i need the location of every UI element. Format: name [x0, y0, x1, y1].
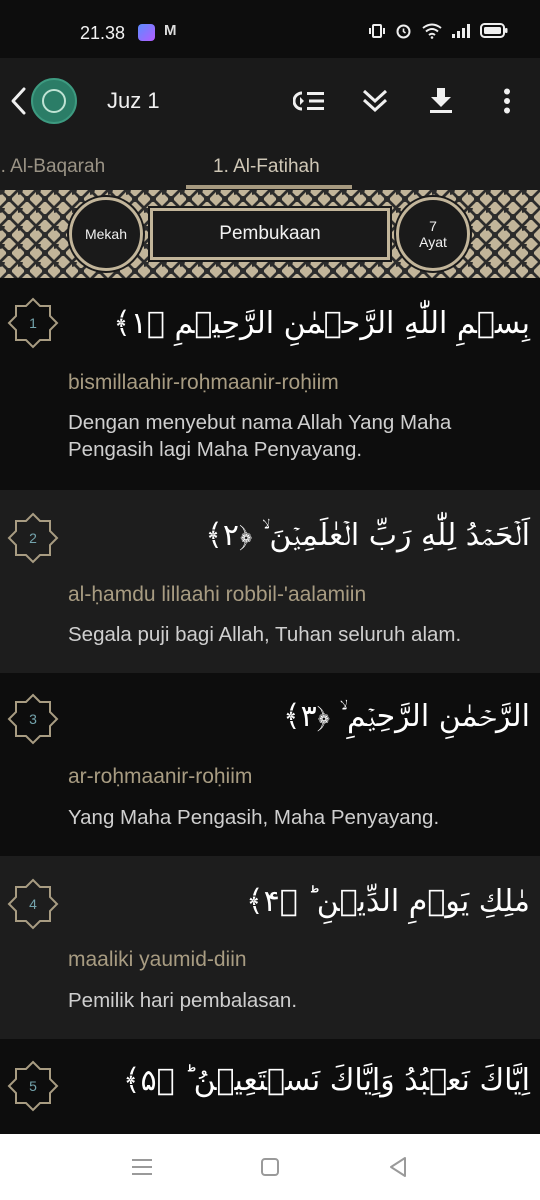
- app-bar: Juz 1: [0, 58, 540, 144]
- ayah-row[interactable]: 1 بِسۡمِ اللّٰهِ الرَّحۡمٰنِ الرَّحِيۡمِ…: [0, 278, 540, 490]
- ayah-number-badge: 2: [7, 512, 59, 564]
- system-navigation-bar: [0, 1134, 540, 1200]
- ayah-arabic-text: الرَّحۡمٰنِ الرَّحِيۡمِ ۙ ﴿۳﴾: [282, 699, 530, 734]
- ayah-number: 5: [29, 1078, 37, 1094]
- surah-tabs: 2. Al-Baqarah 1. Al-Fatihah: [0, 144, 540, 190]
- tab-indicator: [186, 185, 352, 189]
- signal-icon: [452, 23, 470, 38]
- ayat-count-badge: 7 Ayat: [396, 197, 470, 271]
- surah-name-plate: Pembukaan: [150, 208, 390, 260]
- playlist-icon: [293, 91, 324, 111]
- triangle-back-icon: [390, 1157, 406, 1177]
- ayah-number: 4: [29, 896, 37, 912]
- ayah-number-badge: 1: [7, 297, 59, 349]
- back-button[interactable]: [385, 1154, 411, 1180]
- recents-button[interactable]: [129, 1154, 155, 1180]
- scroll-down-button[interactable]: [358, 84, 392, 118]
- surah-header-banner: Mekah Pembukaan 7 Ayat: [0, 190, 540, 278]
- quran-logo-icon[interactable]: [31, 78, 77, 124]
- mail-notification-icon: M: [164, 22, 177, 39]
- ayah-arabic-text: اَلۡحَمۡدُ لِلّٰهِ رَبِّ الۡعٰلَمِيۡنَ ۙ…: [205, 518, 530, 553]
- surah-name: Pembukaan: [219, 223, 321, 244]
- tab-al-fatihah[interactable]: 1. Al-Fatihah: [213, 156, 320, 178]
- double-chevron-down-icon: [362, 89, 388, 113]
- ayah-row[interactable]: 4 مٰلِكِ يَوۡمِ الدِّيۡنِ ؕ ﴿۴﴾ maaliki …: [0, 856, 540, 1039]
- tab-al-baqarah[interactable]: 2. Al-Baqarah: [0, 156, 105, 178]
- revelation-place-badge: Mekah: [69, 197, 143, 271]
- status-time: 21.38: [80, 23, 126, 43]
- more-options-button[interactable]: [490, 84, 524, 118]
- alarm-icon: [396, 24, 411, 39]
- download-icon: [430, 88, 452, 113]
- ayah-translation: Pemilik hari pembalasan.: [68, 989, 298, 1012]
- ayah-translation: Yang Maha Pengasih, Maha Penyayang.: [68, 806, 440, 829]
- menu-lines-icon: [132, 1159, 152, 1175]
- status-icons: [369, 22, 508, 39]
- ayah-transliteration: al-ḥamdu lillaahi robbil-'aalamiin: [68, 583, 367, 606]
- ayah-row[interactable]: 2 اَلۡحَمۡدُ لِلّٰهِ رَبِّ الۡعٰلَمِيۡنَ…: [0, 490, 540, 673]
- status-bar: 21.38 M: [0, 0, 540, 58]
- ayah-number-badge: 5: [7, 1060, 59, 1112]
- ayah-translation: Dengan menyebut nama Allah Yang Maha Pen…: [68, 411, 452, 461]
- revelation-place: Mekah: [84, 226, 128, 242]
- square-home-icon: [261, 1158, 279, 1176]
- ayah-arabic-text: بِسۡمِ اللّٰهِ الرَّحۡمٰنِ الرَّحِيۡمِ ﴿…: [113, 306, 530, 341]
- ayah-number-badge: 3: [7, 693, 59, 745]
- ayah-transliteration: bismillaahir-roḥmaanir-roḥiim: [68, 371, 339, 394]
- page-title: Juz 1: [107, 88, 160, 113]
- ayah-transliteration: ar-roḥmaanir-roḥiim: [68, 765, 253, 788]
- download-button[interactable]: [424, 84, 458, 118]
- wifi-icon: [422, 23, 442, 39]
- battery-icon: [480, 23, 508, 38]
- ayah-number: 1: [29, 315, 37, 331]
- vibrate-icon: [369, 23, 385, 38]
- chevron-left-icon[interactable]: [8, 86, 30, 116]
- ayat-label: Ayat: [419, 234, 447, 250]
- ayah-row[interactable]: 5 اِيَّاكَ نَعۡبُدُ وَاِيَّاكَ نَسۡتَعِي…: [0, 1039, 540, 1134]
- ayah-transliteration: maaliki yaumid-diin: [68, 948, 247, 971]
- ayah-number-badge: 4: [7, 878, 59, 930]
- ayah-arabic-text: مٰلِكِ يَوۡمِ الدِّيۡنِ ؕ ﴿۴﴾: [246, 884, 530, 919]
- more-vert-icon: [504, 88, 510, 114]
- app-notification-icon: [138, 24, 155, 41]
- ayat-count: 7: [429, 218, 437, 234]
- ayah-number: 2: [29, 530, 37, 546]
- playlist-button[interactable]: [292, 84, 326, 118]
- ayah-translation: Segala puji bagi Allah, Tuhan seluruh al…: [68, 623, 462, 646]
- ayah-row[interactable]: 3 الرَّحۡمٰنِ الرَّحِيۡمِ ۙ ﴿۳﴾ ar-roḥma…: [0, 673, 540, 856]
- home-button[interactable]: [257, 1154, 283, 1180]
- ayah-arabic-text: اِيَّاكَ نَعۡبُدُ وَاِيَّاكَ نَسۡتَعِيۡن…: [122, 1063, 530, 1098]
- ayah-number: 3: [29, 711, 37, 727]
